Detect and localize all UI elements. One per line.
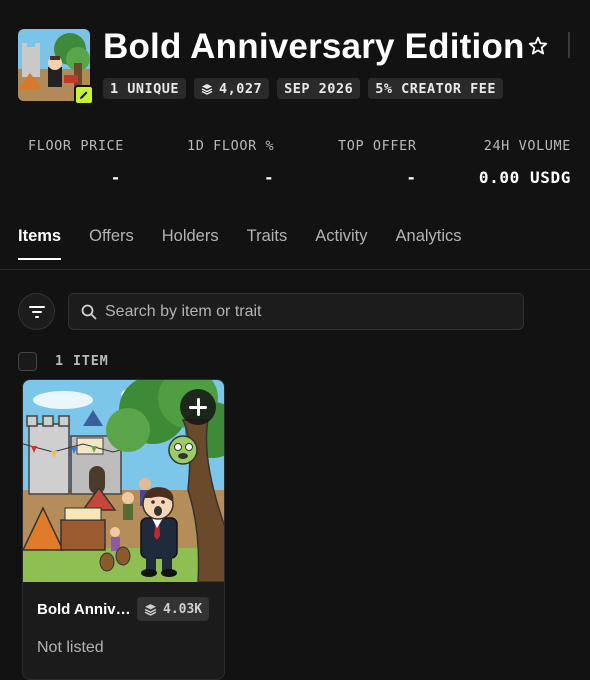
creator-fee-badge: 5% CREATOR FEE <box>368 78 503 99</box>
tab-traits[interactable]: Traits <box>247 227 288 260</box>
item-card[interactable]: Bold Anniversary Edition 4.03K Not liste… <box>22 379 225 680</box>
collection-header: Bold Anniversary Edition 1 UNIQUE 4,027 … <box>18 27 590 105</box>
edit-collection-button[interactable] <box>74 85 94 105</box>
favorite-button[interactable] <box>527 35 549 57</box>
pencil-icon <box>80 91 88 99</box>
unique-badge: 1 UNIQUE <box>103 78 187 99</box>
collection-badges: 1 UNIQUE 4,027 SEP 2026 5% CREATOR FEE <box>103 78 503 99</box>
collection-tabs: Items Offers Holders Traits Activity Ana… <box>18 227 462 260</box>
stat-label: FLOOR PRICE <box>28 138 125 154</box>
layers-icon <box>201 83 213 95</box>
stat-top-offer: TOP OFFER - <box>338 138 417 187</box>
tab-offers[interactable]: Offers <box>89 227 134 260</box>
stat-label: TOP OFFER <box>338 138 417 154</box>
stat-label: 24H VOLUME <box>483 138 571 154</box>
item-count: 1 ITEM <box>55 353 109 369</box>
stat-label: 1D FLOOR % <box>187 138 275 154</box>
item-supply-badge: 4.03K <box>137 597 210 621</box>
stat-value: 0.00 USDG <box>478 168 571 187</box>
item-supply-value: 4.03K <box>163 601 203 617</box>
filter-lines-icon <box>28 305 45 318</box>
tab-analytics[interactable]: Analytics <box>396 227 462 260</box>
stat-value: - <box>110 168 121 187</box>
collection-title: Bold Anniversary Edition <box>103 27 525 66</box>
select-all-checkbox[interactable] <box>18 352 37 371</box>
search-box <box>68 293 524 330</box>
header-divider <box>568 32 570 58</box>
item-listing-status: Not listed <box>37 639 104 656</box>
item-name: Bold Anniversary Edition <box>37 601 132 618</box>
supply-badge: 4,027 <box>194 78 270 99</box>
tab-activity[interactable]: Activity <box>315 227 367 260</box>
unique-count: 1 UNIQUE <box>110 80 180 97</box>
date-label: SEP 2026 <box>284 80 354 97</box>
date-badge: SEP 2026 <box>277 78 361 99</box>
magnifier-icon <box>81 304 97 319</box>
layers-icon <box>144 603 157 616</box>
search-input[interactable] <box>105 302 505 321</box>
stat-value: - <box>406 168 417 187</box>
add-to-cart-button[interactable] <box>180 389 216 425</box>
creator-fee-label: 5% CREATOR FEE <box>375 80 496 97</box>
tabs-divider <box>0 269 590 270</box>
plus-icon <box>189 398 207 416</box>
stat-24h-volume: 24H VOLUME 0.00 USDG <box>472 138 571 187</box>
stat-1d-floor: 1D FLOOR % - <box>187 138 274 187</box>
stat-floor-price: FLOOR PRICE - <box>28 138 124 187</box>
tab-items[interactable]: Items <box>18 227 62 260</box>
star-outline-icon <box>528 36 548 55</box>
supply-count: 4,027 <box>219 80 263 97</box>
tab-holders[interactable]: Holders <box>162 227 219 260</box>
filter-button[interactable] <box>18 293 55 330</box>
stats-row: FLOOR PRICE - 1D FLOOR % - TOP OFFER - 2… <box>0 138 590 198</box>
stat-value: - <box>264 168 275 187</box>
